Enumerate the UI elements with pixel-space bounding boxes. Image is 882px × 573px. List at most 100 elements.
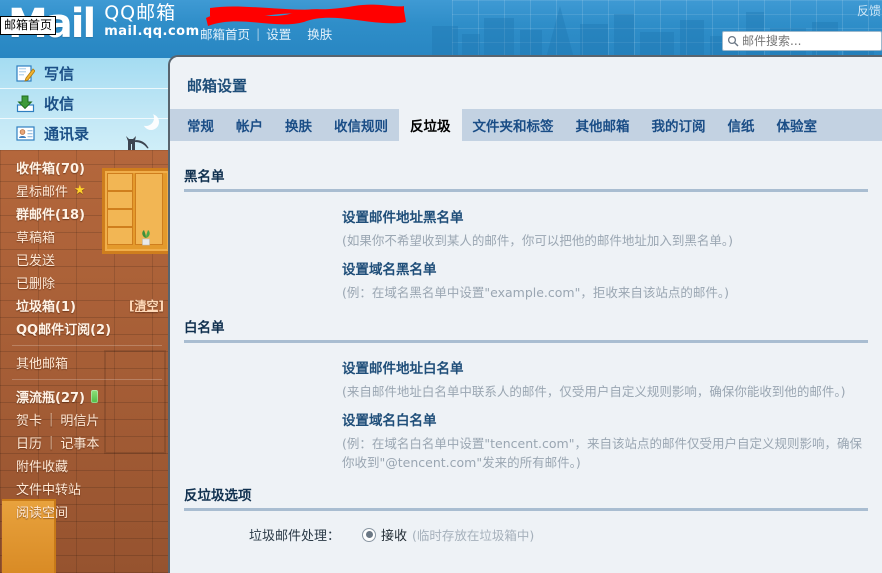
top-banner: Mail QQ邮箱 mail.qq.com 邮箱首页 | 设置 换肤 反馈	[0, 0, 882, 58]
folder-deleted[interactable]: 已删除	[0, 271, 172, 294]
set-domain-blacklist-link[interactable]: 设置域名黑名单	[342, 258, 437, 278]
tab-skin[interactable]: 换肤	[274, 109, 323, 141]
radio-receive-label: 接收	[381, 529, 408, 544]
mail-search-box[interactable]	[722, 31, 882, 51]
whitelist-heading: 白名单	[184, 320, 225, 336]
sidebar-item-cards-row[interactable]: 贺卡 | 明信片	[0, 408, 172, 431]
sidebar-item-file-transfer[interactable]: 文件中转站	[0, 477, 172, 500]
radio-receive[interactable]	[362, 527, 377, 542]
address-blacklist-hint: (如果你不希望收到某人的邮件，你可以把他的邮件地址加入到黑名单。)	[342, 233, 734, 248]
contacts-icon	[16, 126, 35, 141]
tab-general[interactable]: 常规	[176, 109, 225, 141]
sidebar-item-other-mailbox[interactable]: 其他邮箱	[0, 351, 172, 374]
set-address-blacklist-link[interactable]: 设置邮件地址黑名单	[342, 206, 464, 226]
tab-my-subscriptions[interactable]: 我的订阅	[641, 109, 717, 141]
settings-content: 黑名单 设置邮件地址黑名单 (如果你不希望收到某人的邮件，你可以把他的邮件地址加…	[170, 153, 882, 573]
folder-divider-1	[12, 345, 162, 346]
tab-account[interactable]: 帐户	[225, 109, 274, 141]
sidebar-item-contacts[interactable]: 通讯录	[0, 118, 172, 148]
header-nav: 邮箱首页 | 设置 换肤	[200, 24, 332, 43]
blacklist-section: 黑名单 设置邮件地址黑名单 (如果你不希望收到某人的邮件，你可以把他的邮件地址加…	[170, 153, 882, 302]
settings-tab-bar: 常规 帐户 换肤 收信规则 反垃圾 文件夹和标签 其他邮箱 我的订阅 信纸 体验…	[170, 109, 882, 141]
sidebar-item-attachment-favorites[interactable]: 附件收藏	[0, 454, 172, 477]
folder-starred[interactable]: 星标邮件 ★	[0, 179, 172, 202]
logo-title-cn: QQ邮箱	[104, 2, 177, 24]
tab-receive-rules[interactable]: 收信规则	[323, 109, 399, 141]
sidebar-item-drift-bottle[interactable]: 漂流瓶(27)	[0, 385, 172, 408]
folder-label: 已删除	[16, 277, 56, 292]
sidebar-item-label: 写信	[44, 64, 75, 83]
separator-icon: |	[49, 435, 54, 450]
postcard-link[interactable]: 明信片	[60, 410, 99, 429]
set-domain-whitelist-link[interactable]: 设置域名白名单	[342, 409, 437, 429]
antispam-heading: 反垃圾选项	[184, 488, 252, 504]
feedback-link[interactable]: 反馈	[857, 2, 881, 19]
sidebar-item-receive[interactable]: 收信	[0, 88, 172, 118]
settings-panel-inner: 邮箱设置 常规 帐户 换肤 收信规则 反垃圾 文件夹和标签 其他邮箱 我的订阅 …	[170, 57, 882, 573]
sidebar-sky-background: 写信 收信 通讯录	[0, 58, 172, 152]
home-tooltip: 邮箱首页	[0, 16, 57, 35]
tab-anti-spam[interactable]: 反垃圾	[399, 109, 462, 141]
folder-label: 草稿箱	[16, 231, 56, 246]
greeting-card-link[interactable]: 贺卡	[16, 410, 42, 429]
bottle-icon	[90, 390, 98, 403]
tab-lab[interactable]: 体验室	[766, 109, 829, 141]
sidebar-brick-background: 收件箱(70) 星标邮件 ★ 群邮件(18) 草稿箱 已发送 已删除 垃圾箱(1…	[0, 150, 172, 573]
folder-label: 收件箱(70)	[16, 162, 85, 177]
sidebar-item-compose[interactable]: 写信	[0, 58, 172, 88]
folder-inbox[interactable]: 收件箱(70)	[0, 156, 172, 179]
folder-qq-subscription[interactable]: QQ邮件订阅(2)	[0, 317, 172, 340]
nav-link-settings[interactable]: 设置	[266, 24, 291, 43]
folder-label: 阅读空间	[16, 506, 69, 521]
set-address-whitelist-link[interactable]: 设置邮件地址白名单	[342, 357, 464, 377]
domain-blacklist-hint: (例：在域名黑名单中设置"example.com"，拒收来自该站点的邮件。)	[342, 285, 729, 300]
calendar-link[interactable]: 日历	[16, 433, 42, 452]
logo-url: mail.qq.com	[104, 23, 200, 39]
folder-label: 群邮件(18)	[16, 208, 85, 223]
sidebar-item-label: 收信	[44, 95, 75, 113]
receive-icon	[16, 95, 35, 113]
section-divider	[184, 189, 868, 192]
tab-other-mailbox[interactable]: 其他邮箱	[565, 109, 641, 141]
folder-label: 其他邮箱	[16, 357, 69, 372]
nav-separator-2	[297, 26, 301, 41]
logo-brand-text: QQ邮箱 mail.qq.com	[104, 2, 200, 39]
nav-link-change-skin[interactable]: 换肤	[307, 24, 332, 43]
section-divider	[184, 340, 868, 343]
domain-whitelist-hint: (例：在域名白名单中设置"tencent.com"，来自该站点的邮件仅受用户自定…	[342, 436, 862, 470]
folder-label: 漂流瓶(27)	[16, 391, 85, 406]
spam-receive-option[interactable]: 接收 (临时存放在垃圾箱中)	[362, 525, 534, 544]
spam-handling-row: 垃圾邮件处理： 接收 (临时存放在垃圾箱中)	[184, 525, 868, 544]
blacklist-options: 设置邮件地址黑名单 (如果你不希望收到某人的邮件，你可以把他的邮件地址加入到黑名…	[184, 206, 868, 302]
folder-group-mail[interactable]: 群邮件(18)	[0, 202, 172, 225]
tab-stationery[interactable]: 信纸	[717, 109, 766, 141]
spam-handling-label: 垃圾邮件处理：	[249, 529, 341, 544]
separator-icon: |	[49, 412, 54, 427]
search-input[interactable]	[739, 34, 874, 48]
folder-divider-2	[12, 379, 162, 380]
antispam-options-section: 反垃圾选项 垃圾邮件处理： 接收 (临时存放在垃圾箱中)	[170, 480, 882, 544]
section-divider	[184, 508, 868, 511]
clear-trash-link[interactable]: [清空]	[129, 297, 164, 314]
compose-icon	[16, 64, 35, 82]
folder-label: 星标邮件	[16, 185, 69, 200]
folder-label: 已发送	[16, 254, 56, 269]
folder-label: QQ邮件订阅(2)	[16, 323, 112, 338]
sidebar-item-calendar-row[interactable]: 日历 | 记事本	[0, 431, 172, 454]
nav-separator-1: |	[256, 26, 261, 41]
sidebar-item-label: 通讯录	[44, 125, 90, 143]
folder-list: 收件箱(70) 星标邮件 ★ 群邮件(18) 草稿箱 已发送 已删除 垃圾箱(1…	[0, 150, 172, 523]
tab-folders-labels[interactable]: 文件夹和标签	[462, 109, 565, 141]
folder-label: 文件中转站	[16, 483, 82, 498]
sidebar-item-reading-space[interactable]: 阅读空间	[0, 500, 172, 523]
nav-link-mail-home[interactable]: 邮箱首页	[200, 24, 250, 43]
notebook-link[interactable]: 记事本	[60, 433, 99, 452]
folder-trash[interactable]: 垃圾箱(1) [清空]	[0, 294, 172, 317]
folder-drafts[interactable]: 草稿箱	[0, 225, 172, 248]
blacklist-heading: 黑名单	[184, 169, 225, 185]
star-icon: ★	[74, 183, 86, 198]
page-title: 邮箱设置	[187, 77, 248, 95]
address-whitelist-hint: (来自邮件地址白名单中联系人的邮件，仅受用户自定义规则影响，确保你能收到他的邮件…	[342, 384, 846, 399]
folder-sent[interactable]: 已发送	[0, 248, 172, 271]
radio-receive-hint: (临时存放在垃圾箱中)	[412, 528, 535, 543]
